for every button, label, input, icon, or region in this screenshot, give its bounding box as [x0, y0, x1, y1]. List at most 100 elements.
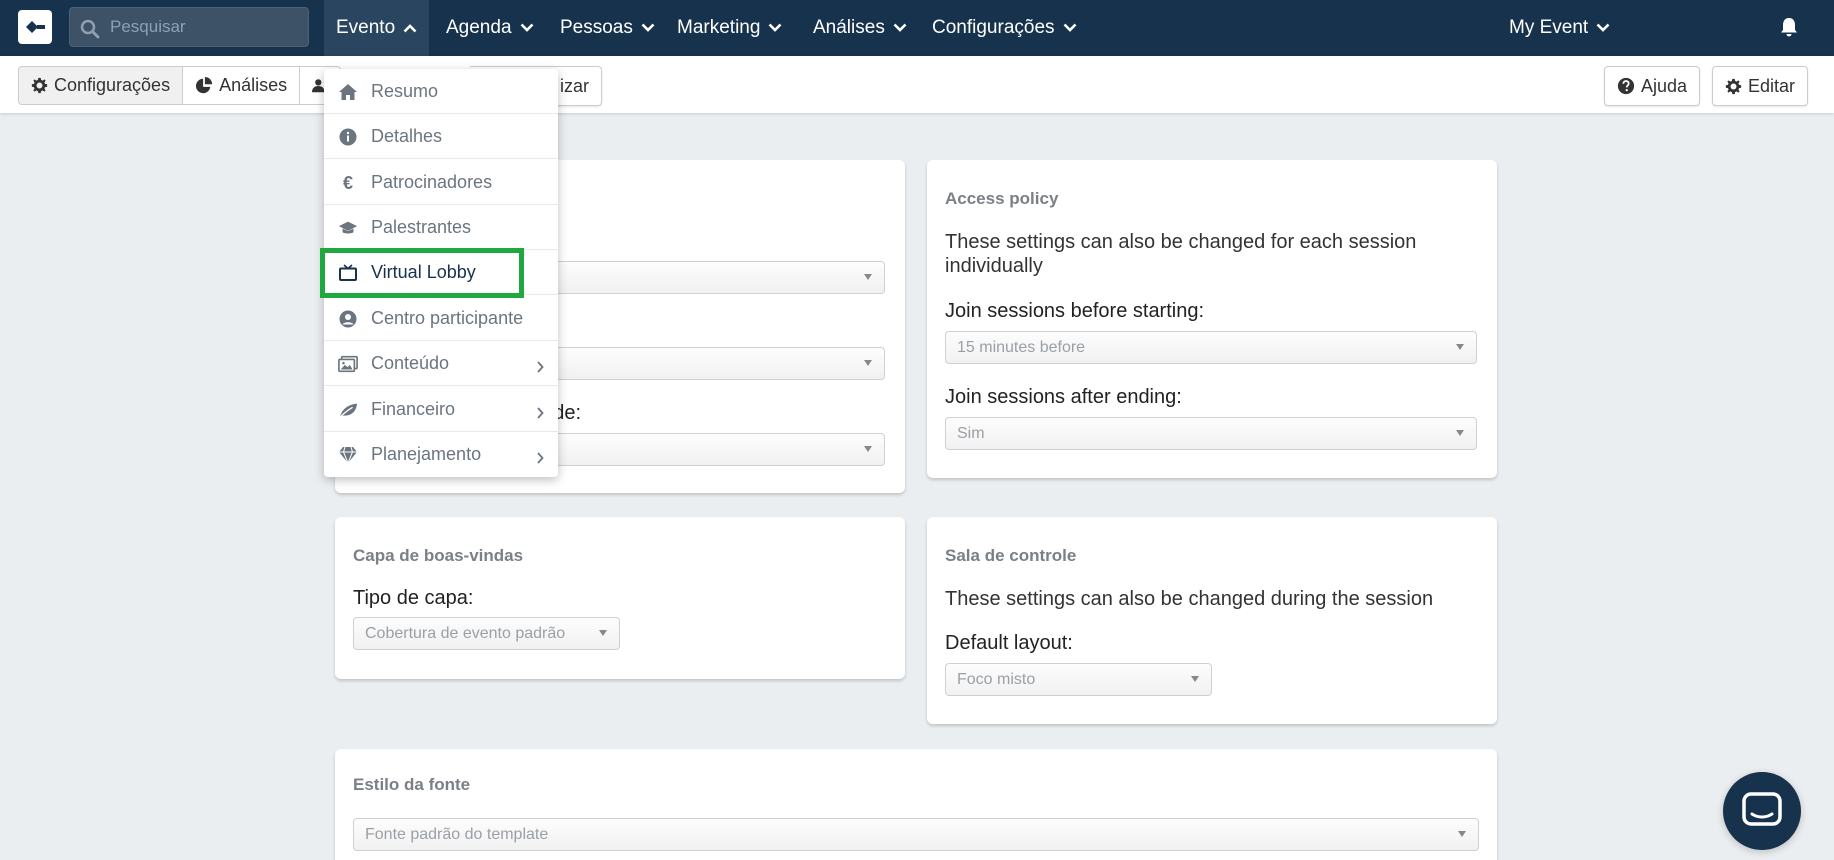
- menu-item-virtual-lobby[interactable]: Virtual Lobby: [324, 250, 558, 295]
- nav-configuracoes-label: Configurações: [932, 17, 1055, 38]
- menu-item-planejamento[interactable]: Planejamento: [324, 432, 558, 477]
- leaf-icon: [338, 400, 358, 420]
- chevron-up-icon: [403, 23, 417, 33]
- logo-icon: [26, 21, 45, 33]
- chevron-down-icon: [641, 23, 655, 33]
- select-arrow-icon: [1456, 430, 1464, 436]
- select-arrow-icon: [1191, 676, 1199, 682]
- join-after-select[interactable]: Sim: [945, 417, 1477, 450]
- event-selector[interactable]: My Event: [1497, 0, 1622, 56]
- menu-item-label: Patrocinadores: [371, 171, 493, 192]
- diamond-icon: [338, 445, 358, 465]
- images-icon: [338, 354, 358, 374]
- configuracoes-button[interactable]: Configurações: [19, 67, 184, 104]
- editar-button-label: Editar: [1748, 75, 1796, 96]
- pie-chart-icon: [196, 76, 213, 93]
- menu-item-conteudo[interactable]: Conteúdo: [324, 341, 558, 386]
- default-layout-select[interactable]: Foco misto: [945, 663, 1212, 696]
- search-input[interactable]: [110, 16, 300, 38]
- nav-evento[interactable]: Evento: [324, 0, 430, 56]
- chevron-down-icon: [893, 23, 907, 33]
- default-layout-value: Foco misto: [957, 670, 1036, 688]
- chevron-down-icon: [768, 23, 782, 33]
- menu-item-label: Resumo: [371, 80, 439, 101]
- font-style-card: Estilo da fonte Fonte padrão do template: [335, 749, 1497, 860]
- preview-button-label: izar: [560, 75, 590, 96]
- gear-icon: [1725, 78, 1742, 94]
- app-logo[interactable]: [18, 10, 52, 44]
- join-before-value: 15 minutes before: [957, 338, 1086, 356]
- nav-configuracoes[interactable]: Configurações: [920, 0, 1089, 56]
- control-room-card: Sala de controle These settings can also…: [927, 517, 1497, 724]
- info-icon: [338, 127, 358, 147]
- chat-launcher-button[interactable]: [1723, 772, 1801, 850]
- nav-analises[interactable]: Análises: [801, 0, 919, 56]
- font-style-title: Estilo da fonte: [353, 775, 471, 794]
- graduation-cap-icon: [338, 218, 358, 238]
- menu-item-label: Financeiro: [371, 398, 456, 419]
- control-room-description: These settings can also be changed durin…: [945, 588, 1434, 610]
- nav-marketing-label: Marketing: [677, 17, 761, 38]
- access-policy-title: Access policy: [945, 189, 1059, 208]
- cover-type-select[interactable]: Cobertura de evento padrão: [353, 617, 620, 650]
- chevron-right-icon: [536, 357, 544, 378]
- menu-item-label: Conteúdo: [371, 352, 450, 373]
- chevron-down-icon: [520, 23, 534, 33]
- join-after-label: Join sessions after ending:: [945, 386, 1182, 408]
- menu-item-label: Centro participante: [371, 307, 524, 328]
- font-style-select[interactable]: Fonte padrão do template: [353, 818, 1479, 851]
- event-selector-label: My Event: [1509, 17, 1589, 38]
- nav-agenda-label: Agenda: [446, 17, 512, 38]
- analises-button-label: Análises: [219, 75, 288, 95]
- access-policy-card: Access policy These settings can also be…: [927, 160, 1497, 478]
- cover-type-label: Tipo de capa:: [353, 587, 474, 609]
- select-arrow-icon: [1456, 344, 1464, 350]
- menu-item-detalhes[interactable]: Detalhes: [324, 114, 558, 159]
- nav-marketing[interactable]: Marketing: [665, 0, 794, 56]
- menu-item-label: Palestrantes: [371, 216, 472, 237]
- menu-item-label: Detalhes: [371, 125, 443, 146]
- select-arrow-icon: [864, 274, 872, 280]
- bell-icon[interactable]: [1780, 17, 1798, 42]
- nav-analises-label: Análises: [813, 17, 885, 38]
- analises-button[interactable]: Análises: [183, 67, 301, 104]
- menu-item-label: Virtual Lobby: [371, 261, 476, 282]
- nav-pessoas-label: Pessoas: [560, 17, 633, 38]
- menu-item-resumo[interactable]: Resumo: [324, 69, 558, 114]
- select-arrow-icon: [864, 360, 872, 366]
- sub-toolbar: Configurações Análises izar Ajuda Editar: [0, 56, 1834, 113]
- select-arrow-icon: [599, 630, 607, 636]
- cover-type-value: Cobertura de evento padrão: [365, 624, 566, 642]
- nav-pessoas[interactable]: Pessoas: [548, 0, 667, 56]
- select-arrow-icon: [1458, 831, 1466, 837]
- nav-evento-label: Evento: [336, 17, 396, 38]
- nav-agenda[interactable]: Agenda: [434, 0, 546, 56]
- top-navbar: Evento Agenda Pessoas Marketing Análises…: [0, 0, 1834, 56]
- join-before-select[interactable]: 15 minutes before: [945, 331, 1477, 364]
- evento-dropdown-menu: Resumo Detalhes € Patrocinadores Palestr…: [324, 69, 558, 477]
- configuracoes-button-label: Configurações: [54, 75, 171, 95]
- access-policy-description: These settings can also be changed for e…: [945, 231, 1417, 277]
- welcome-cover-card: Capa de boas-vindas Tipo de capa: Cobert…: [335, 517, 905, 679]
- chat-icon: [1742, 792, 1782, 826]
- chevron-right-icon: [536, 403, 544, 424]
- join-after-value: Sim: [957, 424, 985, 442]
- menu-item-patrocinadores[interactable]: € Patrocinadores: [324, 160, 558, 205]
- user-circle-icon: [338, 309, 358, 329]
- ajuda-button-label: Ajuda: [1641, 75, 1688, 96]
- euro-icon: €: [342, 172, 353, 193]
- home-icon: [338, 82, 358, 102]
- toolbar-button-group: Configurações Análises: [18, 66, 342, 105]
- question-circle-icon: [1617, 77, 1635, 95]
- chevron-down-icon: [1596, 23, 1610, 33]
- menu-item-financeiro[interactable]: Financeiro: [324, 387, 558, 432]
- ajuda-button[interactable]: Ajuda: [1604, 66, 1701, 106]
- menu-item-palestrantes[interactable]: Palestrantes: [324, 205, 558, 250]
- search-icon: [80, 19, 100, 39]
- default-layout-label: Default layout:: [945, 632, 1073, 654]
- font-style-value: Fonte padrão do template: [365, 825, 549, 843]
- chevron-down-icon: [1063, 23, 1077, 33]
- menu-item-centro-participante[interactable]: Centro participante: [324, 296, 558, 341]
- editar-button[interactable]: Editar: [1712, 66, 1809, 106]
- search-box[interactable]: [69, 7, 309, 47]
